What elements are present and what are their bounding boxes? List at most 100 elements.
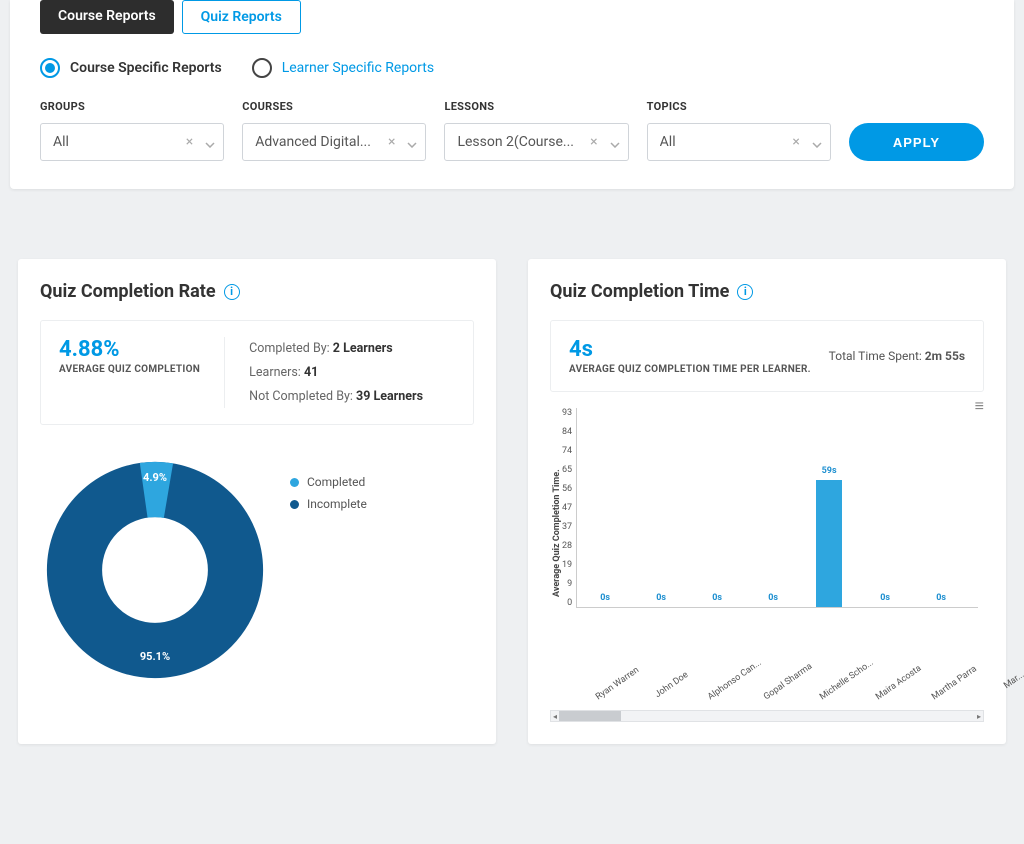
info-icon[interactable]: i	[737, 284, 753, 300]
donut-completed-pct: 4.9%	[143, 471, 167, 484]
card-quiz-completion-time: Quiz Completion Time i 4s AVERAGE QUIZ C…	[528, 259, 1006, 744]
legend-incomplete: Incomplete	[290, 497, 367, 511]
radio-unchecked-icon	[252, 58, 272, 78]
bar-slot: 59s	[801, 408, 857, 607]
scroll-left-icon[interactable]: ◂	[551, 711, 559, 721]
clear-icon[interactable]: ×	[786, 134, 805, 150]
bar	[816, 480, 842, 607]
donut-chart-wrap: 4.9% 95.1% Completed Incomplete	[40, 441, 474, 685]
legend-dot-icon	[290, 478, 299, 487]
chevron-down-icon	[401, 133, 417, 152]
time-stat-box: 4s AVERAGE QUIZ COMPLETION TIME PER LEAR…	[550, 320, 984, 392]
select-groups-value: All	[53, 134, 180, 150]
total-time-value: 2m 55s	[925, 349, 965, 363]
bar-value-label: 0s	[768, 593, 778, 603]
bar-slot: 0s	[633, 408, 689, 607]
select-topics[interactable]: All ×	[647, 123, 831, 161]
donut-chart: 4.9% 95.1%	[40, 455, 270, 685]
donut-legend: Completed Incomplete	[290, 455, 367, 519]
time-sub: AVERAGE QUIZ COMPLETION TIME PER LEARNER…	[569, 364, 811, 375]
select-groups[interactable]: All ×	[40, 123, 224, 161]
donut-incomplete-pct: 95.1%	[140, 650, 170, 663]
divider	[224, 337, 225, 408]
apply-button[interactable]: APPLY	[849, 123, 984, 161]
chevron-down-icon	[604, 133, 620, 152]
select-topics-value: All	[660, 134, 787, 150]
bar-value-label: 0s	[656, 593, 666, 603]
tab-quiz-reports[interactable]: Quiz Reports	[182, 0, 301, 34]
bar-slot: 0s	[913, 408, 969, 607]
bar-slot: 0s	[857, 408, 913, 607]
not-completed-by-value: 39 Learners	[356, 389, 423, 404]
completed-by-label: Completed By:	[249, 341, 330, 356]
x-axis-label: Michelle Scho...	[818, 662, 870, 702]
x-axis-label: Alphonso Can...	[706, 662, 758, 702]
bar-slot: 0s	[969, 408, 978, 607]
select-courses-value: Advanced Digital...	[255, 134, 382, 150]
bar-value-label: 0s	[880, 593, 890, 603]
x-axis-label: Maira Acosta	[874, 662, 926, 702]
clear-icon[interactable]: ×	[584, 134, 603, 150]
bar-slot: 0s	[577, 408, 633, 607]
filter-topics-label: TOPICS	[647, 100, 831, 113]
radio-course-label: Course Specific Reports	[70, 60, 222, 76]
bar-slot: 0s	[745, 408, 801, 607]
card-quiz-completion-rate: Quiz Completion Rate i 4.88% AVERAGE QUI…	[18, 259, 496, 744]
legend-completed-label: Completed	[307, 475, 365, 489]
filters-panel: Course Reports Quiz Reports Course Speci…	[10, 0, 1014, 189]
card-title: Quiz Completion Rate i	[40, 281, 474, 302]
card-title-text: Quiz Completion Time	[550, 281, 729, 302]
tab-course-reports[interactable]: Course Reports	[40, 0, 174, 34]
bar-value-label: 0s	[936, 593, 946, 603]
report-type-radios: Course Specific Reports Learner Specific…	[10, 58, 1014, 100]
cards-row: Quiz Completion Rate i 4.88% AVERAGE QUI…	[0, 189, 1024, 744]
filters-row: GROUPS All × COURSES Advanced Digital...…	[10, 100, 1014, 161]
bar-slot: 0s	[689, 408, 745, 607]
bar-value-label: 0s	[600, 593, 610, 603]
not-completed-by-label: Not Completed By:	[249, 389, 353, 404]
filter-lessons-label: LESSONS	[444, 100, 628, 113]
bar-value-label: 0s	[712, 593, 722, 603]
x-labels: Ryan WarrenJohn DoeAlphonso Can...Gopal …	[584, 662, 984, 672]
select-courses[interactable]: Advanced Digital... ×	[242, 123, 426, 161]
total-time-spent: Total Time Spent: 2m 55s	[829, 349, 965, 363]
select-lessons-value: Lesson 2(Course...	[457, 134, 584, 150]
card-title-text: Quiz Completion Rate	[40, 281, 216, 302]
legend-dot-icon	[290, 500, 299, 509]
clear-icon[interactable]: ×	[180, 134, 199, 150]
rate-details: Completed By: 2 Learners Learners: 41 No…	[249, 337, 423, 408]
scroll-right-icon[interactable]: ▸	[975, 711, 983, 721]
radio-learner-label: Learner Specific Reports	[282, 60, 434, 76]
plot-area: 0s 0s 0s 0s 59s 0s 0s 0s	[576, 408, 978, 608]
chevron-down-icon	[806, 133, 822, 152]
chevron-down-icon	[199, 133, 215, 152]
report-tabs: Course Reports Quiz Reports	[10, 0, 1014, 58]
rate-stat-box: 4.88% AVERAGE QUIZ COMPLETION Completed …	[40, 320, 474, 425]
rate-sub: AVERAGE QUIZ COMPLETION	[59, 364, 200, 375]
info-icon[interactable]: i	[224, 284, 240, 300]
card-title: Quiz Completion Time i	[550, 281, 984, 302]
legend-completed: Completed	[290, 475, 367, 489]
bar-chart-container: ≡ Average Quiz Completion Time. 93847465…	[550, 408, 984, 722]
radio-learner-specific[interactable]: Learner Specific Reports	[252, 58, 434, 78]
filter-groups-label: GROUPS	[40, 100, 224, 113]
filter-courses-label: COURSES	[242, 100, 426, 113]
scrollbar-thumb[interactable]	[559, 711, 621, 721]
total-time-label: Total Time Spent:	[829, 349, 922, 363]
clear-icon[interactable]: ×	[382, 134, 401, 150]
x-axis-label: Mar...	[986, 662, 1024, 702]
x-axis-label: Ryan Warren	[594, 662, 646, 702]
x-axis-label: Martha Parra	[930, 662, 982, 702]
time-value: 4s	[569, 337, 811, 362]
radio-course-specific[interactable]: Course Specific Reports	[40, 58, 222, 78]
x-axis-label: Gopal Sharma	[762, 662, 814, 702]
select-lessons[interactable]: Lesson 2(Course... ×	[444, 123, 628, 161]
legend-incomplete-label: Incomplete	[307, 497, 367, 511]
y-axis-label: Average Quiz Completion Time.	[550, 408, 562, 658]
y-ticks: 93847465564737281990	[562, 408, 576, 608]
horizontal-scrollbar[interactable]: ◂ ▸	[550, 710, 984, 722]
completed-by-value: 2 Learners	[333, 341, 393, 356]
bar-chart: Average Quiz Completion Time. 9384746556…	[550, 408, 984, 658]
learners-value: 41	[304, 365, 318, 380]
radio-checked-icon	[40, 58, 60, 78]
